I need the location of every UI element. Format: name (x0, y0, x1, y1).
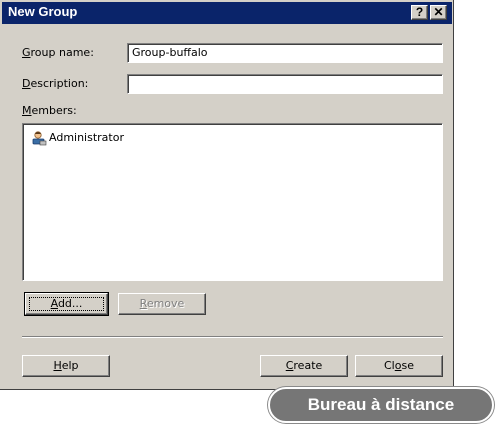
remove-button[interactable]: Remove (118, 293, 206, 315)
members-list[interactable]: Administrator (22, 123, 443, 281)
user-icon (32, 131, 47, 146)
close-icon: ✕ (433, 5, 444, 19)
help-button[interactable]: Help (22, 355, 110, 377)
close-title-button[interactable]: ✕ (430, 5, 447, 20)
group-name-input[interactable]: Group-buffalo (127, 43, 443, 63)
add-button[interactable]: Add... (24, 292, 109, 316)
focus-rect (29, 297, 104, 311)
member-name: Administrator (49, 131, 124, 144)
description-label: Description: (22, 77, 89, 90)
remote-desktop-badge: Bureau à distance (268, 387, 494, 423)
separator (22, 336, 443, 338)
new-group-dialog: New Group ? ✕ Group name: Group-buffalo … (0, 0, 454, 390)
create-button[interactable]: Create (260, 355, 348, 377)
question-icon: ? (415, 5, 424, 19)
help-title-button[interactable]: ? (411, 5, 428, 20)
group-name-label: Group name: (22, 46, 94, 59)
title-bar: New Group ? ✕ (2, 2, 452, 24)
close-button[interactable]: Close (355, 355, 443, 377)
members-label: Members: (22, 104, 77, 117)
window-title: New Group (8, 4, 78, 19)
description-input[interactable] (127, 74, 443, 94)
